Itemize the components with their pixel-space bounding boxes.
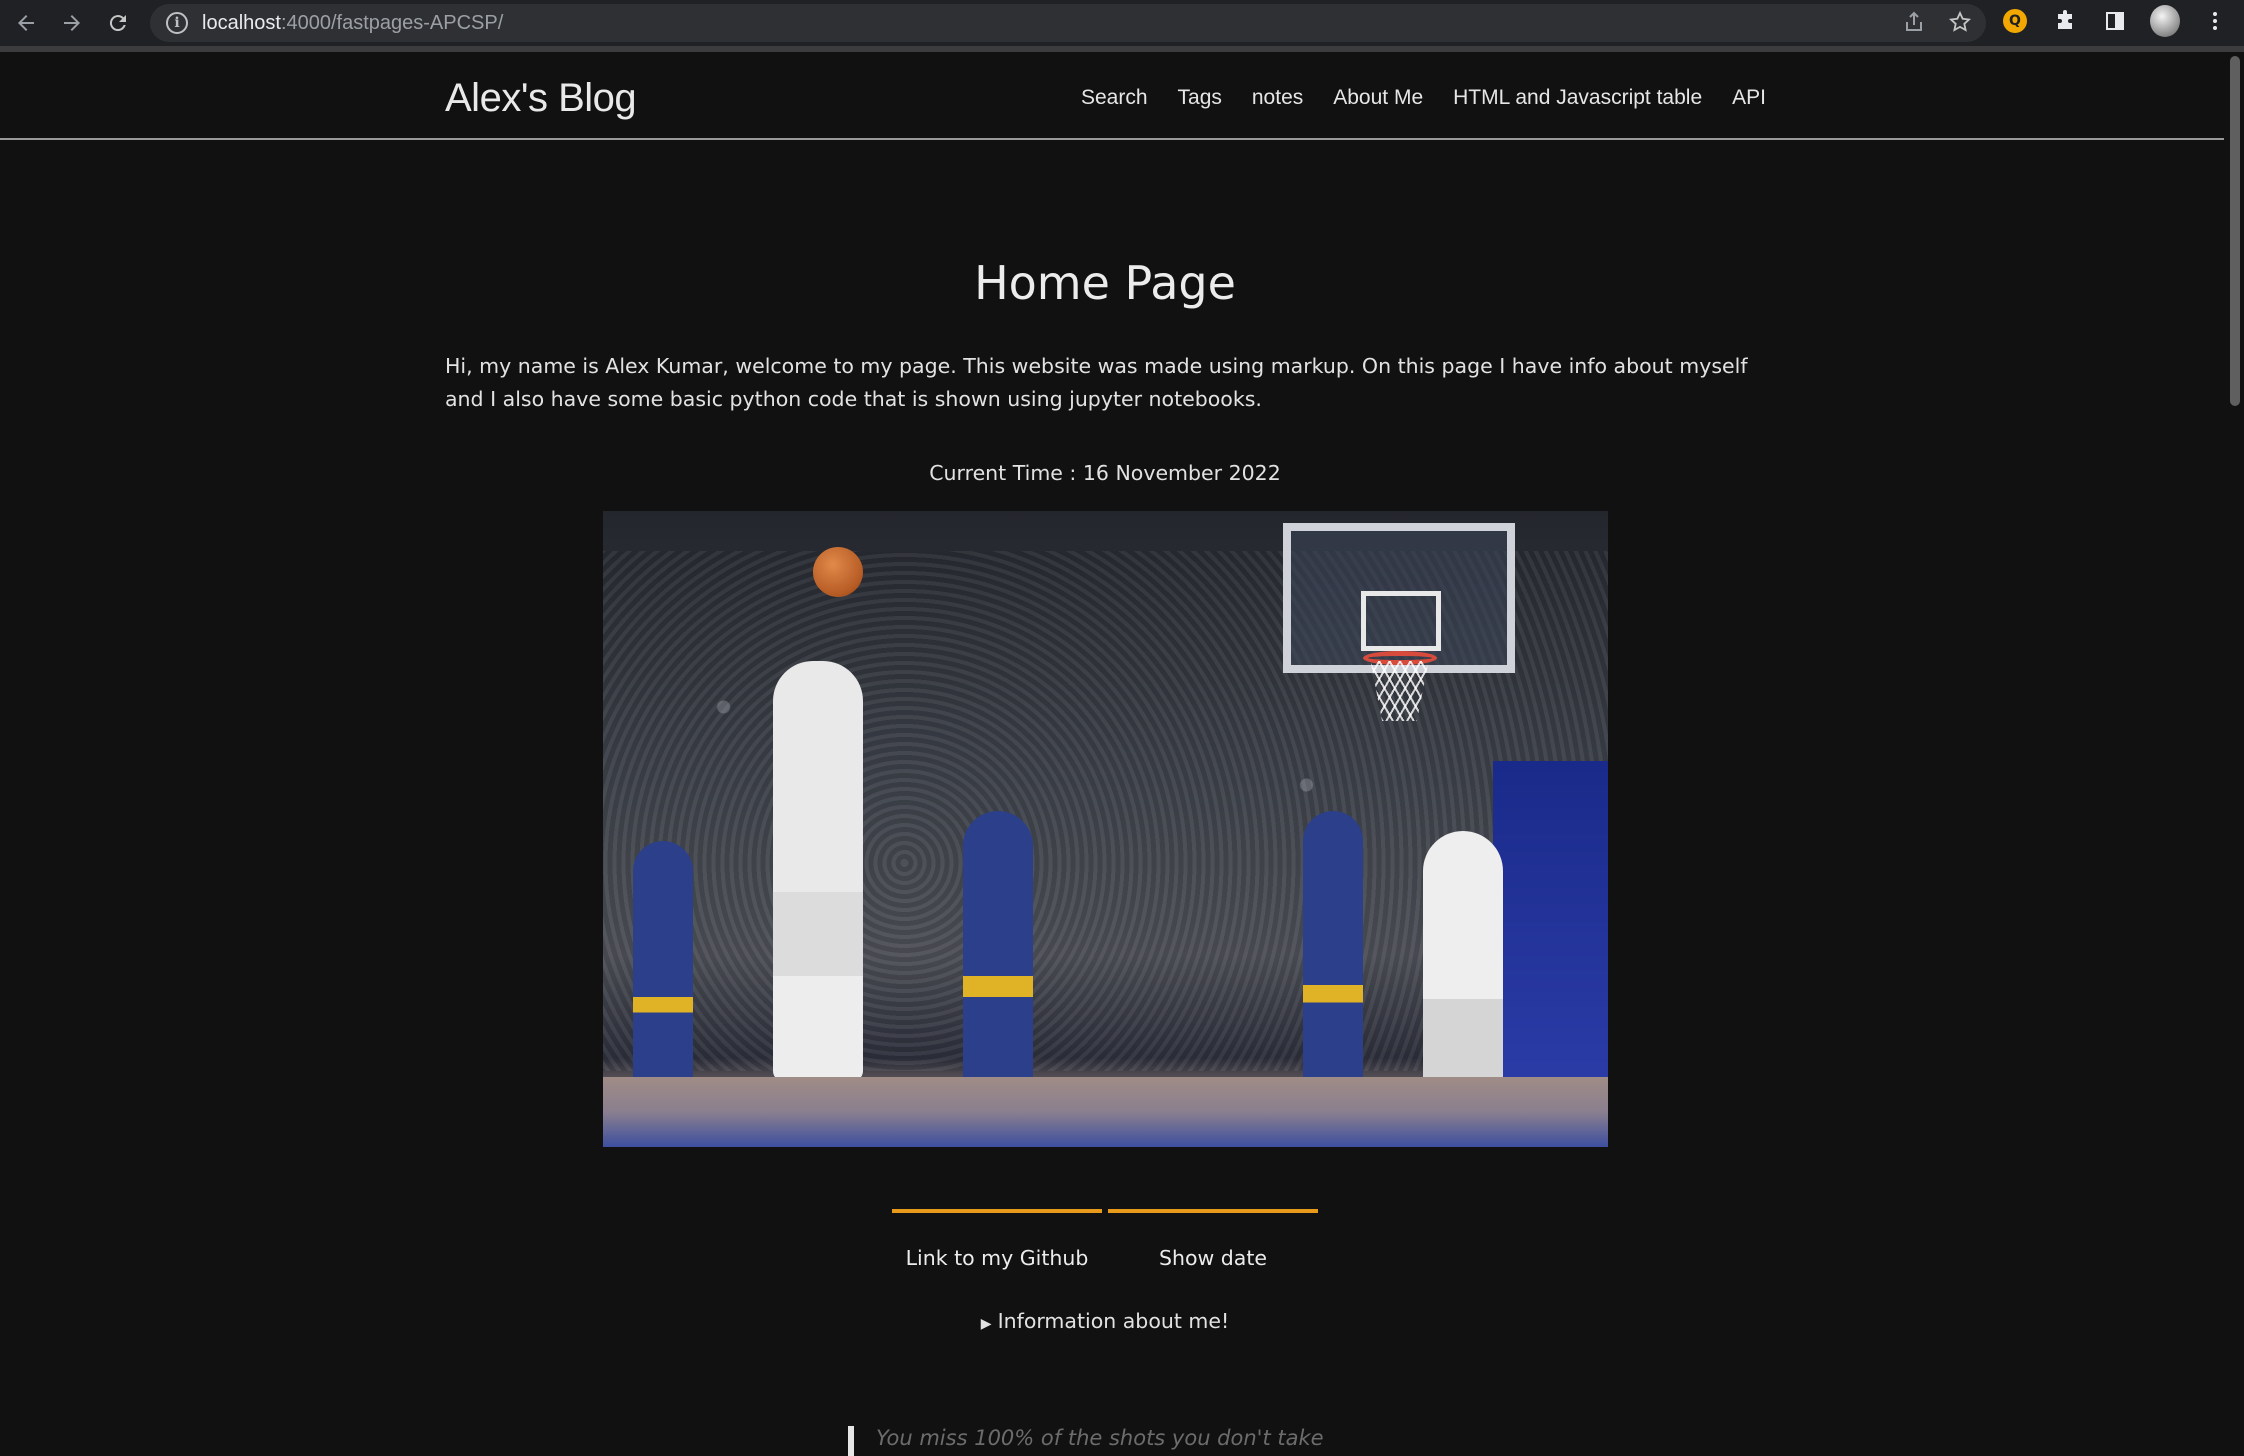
scrollbar-thumb[interactable] — [2230, 56, 2240, 406]
page-title: Home Page — [974, 256, 1236, 310]
site-header: Alex's Blog Search Tags notes About Me H… — [0, 56, 2224, 140]
bookmark-star-icon[interactable] — [1948, 10, 1972, 38]
nav-link-tags[interactable]: Tags — [1178, 86, 1222, 110]
photo-player-left — [632, 841, 693, 1101]
info-details-summary[interactable]: ▶ Information about me! — [445, 1309, 1765, 1333]
nav-link-about-me[interactable]: About Me — [1333, 86, 1423, 110]
nav-link-api[interactable]: API — [1732, 86, 1766, 110]
github-link-button[interactable]: Link to my Github — [892, 1209, 1102, 1277]
browser-toolbar: i localhost:4000/fastpages-APCSP/ Q — [0, 0, 2244, 46]
site-nav: Search Tags notes About Me HTML and Java… — [1081, 86, 1766, 110]
photo-player-far-right — [1422, 831, 1503, 1111]
url-text[interactable]: localhost:4000/fastpages-APCSP/ — [202, 12, 503, 35]
photo-player-defender — [962, 811, 1033, 1111]
side-panel-icon[interactable] — [2100, 6, 2130, 36]
photo-stanchion — [1492, 761, 1608, 1091]
back-icon[interactable] — [6, 3, 46, 43]
photo-player-right — [1302, 811, 1363, 1101]
intro-paragraph: Hi, my name is Alex Kumar, welcome to my… — [445, 354, 1748, 411]
disclosure-triangle-icon: ▶ — [980, 1316, 992, 1332]
menu-kebab-icon[interactable] — [2200, 6, 2230, 36]
current-time: Current Time : 16 November 2022 — [929, 461, 1281, 485]
toolbar-divider — [0, 46, 2244, 52]
forward-icon[interactable] — [52, 3, 92, 43]
main-content: Home Page Hi, my name is Alex Kumar, wel… — [445, 140, 1765, 1333]
photo-player-shooter — [772, 661, 863, 1081]
page-scrollbar[interactable] — [2230, 56, 2240, 1447]
profile-avatar[interactable] — [2150, 5, 2180, 37]
share-icon[interactable] — [1902, 10, 1926, 38]
nav-link-html-js-table[interactable]: HTML and Javascript table — [1453, 86, 1702, 110]
extension-icon-orange[interactable]: Q — [2000, 6, 2030, 36]
site-title-link[interactable]: Alex's Blog — [445, 76, 637, 121]
site-info-icon[interactable]: i — [166, 12, 188, 34]
show-date-button[interactable]: Show date — [1108, 1209, 1318, 1277]
address-bar[interactable]: i localhost:4000/fastpages-APCSP/ — [150, 4, 1986, 42]
reload-icon[interactable] — [98, 3, 138, 43]
nav-link-notes[interactable]: notes — [1252, 86, 1303, 110]
nav-link-search[interactable]: Search — [1081, 86, 1148, 110]
quote-block: You miss 100% of the shots you don't tak… — [848, 1426, 1324, 1456]
photo-basketball — [812, 547, 863, 597]
basketball-photo — [602, 511, 1608, 1147]
extensions-puzzle-icon[interactable] — [2050, 6, 2080, 36]
details-summary-text: Information about me! — [997, 1309, 1230, 1333]
photo-court — [602, 1077, 1608, 1147]
button-row: Link to my Github Show date — [445, 1209, 1765, 1277]
